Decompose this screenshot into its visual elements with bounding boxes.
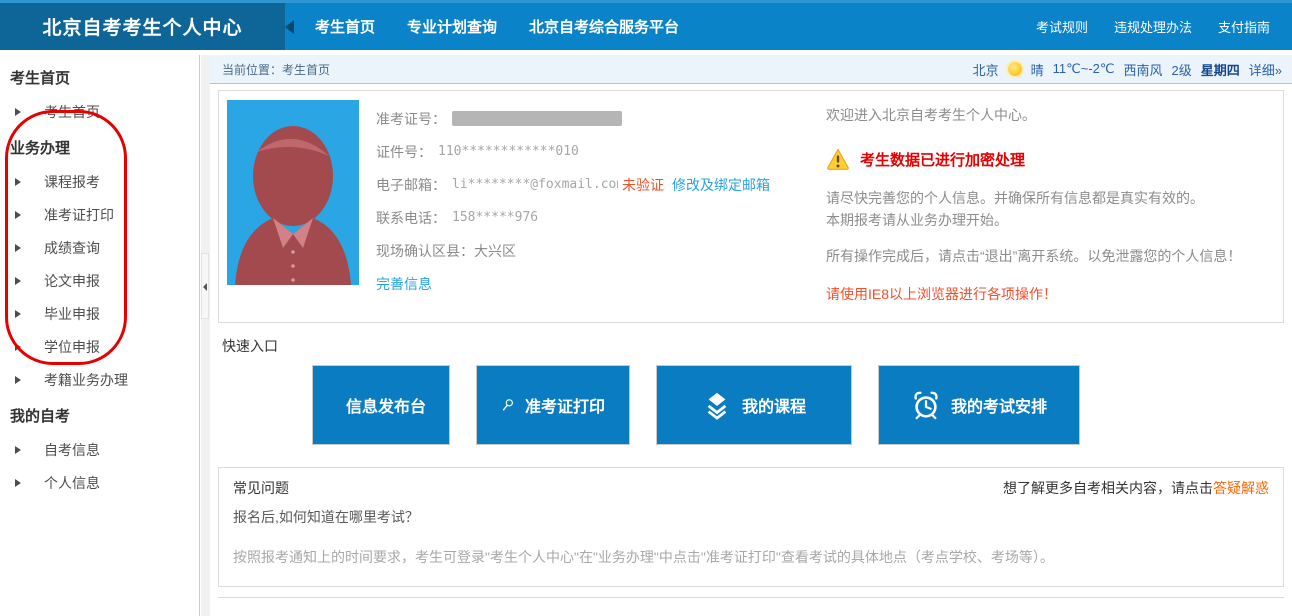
browser-note: 请使用IE8以上浏览器进行各项操作！ — [826, 284, 1292, 304]
link-exam-rules[interactable]: 考试规则 — [1036, 17, 1088, 36]
weather-day: 星期四 — [1201, 60, 1240, 79]
magnifier-icon — [501, 390, 515, 420]
faq-more: 想了解更多自考相关内容，请点击答疑解惑 — [1003, 478, 1269, 498]
triangle-bullet-icon — [15, 108, 21, 116]
triangle-bullet-icon — [15, 244, 21, 252]
sidebar-section-candidate-home: 考生首页 — [0, 59, 199, 96]
sidebar-section-business: 业务办理 — [0, 129, 199, 166]
email-modify-bind-link[interactable]: 修改及绑定邮箱 — [672, 175, 770, 195]
sidebar-item-admission-ticket-print[interactable]: 准考证打印 — [0, 199, 199, 232]
field-email: 电子邮箱： li********@foxmail.com 未验证 修改及绑定邮箱 — [376, 168, 770, 201]
weather-city[interactable]: 北京 — [973, 60, 999, 79]
field-id-number: 证件号： 110************010 — [376, 135, 770, 168]
weather-widget: 北京 晴 11℃~-2℃ 西南风 2级 星期四 详细» — [973, 60, 1282, 79]
quick-button-my-courses[interactable]: 我的课程 — [656, 365, 852, 445]
triangle-bullet-icon — [15, 277, 21, 285]
header-bar: 北京自考考生个人中心 考生首页 专业计划查询 北京自考综合服务平台 考试规则 违… — [0, 0, 1292, 50]
weather-wind: 西南风 — [1124, 60, 1163, 79]
field-district: 现场确认区县： 大兴区 — [376, 234, 770, 267]
alert-text: 考生数据已进行加密处理 — [860, 149, 1025, 170]
breadcrumb-bar: 当前位置：考生首页 北京 晴 11℃~-2℃ 西南风 2级 星期四 详细» — [210, 55, 1292, 84]
triangle-bullet-icon — [15, 376, 21, 384]
link-payment-guide[interactable]: 支付指南 — [1218, 17, 1270, 36]
sidebar-item-candidate-home[interactable]: 考生首页 — [0, 96, 199, 129]
welcome-line2: 本期报考请从业务办理开始。 — [826, 209, 1292, 231]
field-exam-no: 准考证号： — [376, 102, 770, 135]
quick-access-row: 信息发布台 准考证打印 我的课程 — [312, 365, 1292, 445]
sidebar-collapse-handle[interactable] — [201, 253, 209, 319]
welcome-line3: 所有操作完成后，请点击“退出”离开系统。以免泄露您的个人信息！ — [826, 245, 1292, 267]
faq-answer: 按照报考通知上的时间要求，考生可登录"考生个人中心"在"业务办理"中点击"准考证… — [233, 547, 1269, 567]
weather-temperature: 11℃~-2℃ — [1053, 61, 1115, 77]
sidebar-item-degree-application[interactable]: 学位申报 — [0, 331, 199, 364]
field-phone: 联系电话： 158*****976 — [376, 201, 770, 234]
sidebar-item-thesis-application[interactable]: 论文申报 — [0, 265, 199, 298]
weather-wind-level: 2级 — [1172, 60, 1192, 79]
quick-access-title: 快速入口 — [222, 336, 1292, 356]
triangle-bullet-icon — [15, 343, 21, 351]
sidebar-item-course-registration[interactable]: 课程报考 — [0, 166, 199, 199]
faq-title: 常见问题 — [233, 478, 289, 498]
nav-candidate-home[interactable]: 考生首页 — [315, 16, 375, 37]
main-nav: 考生首页 专业计划查询 北京自考综合服务平台 — [315, 16, 679, 37]
footer-divider — [218, 597, 1284, 611]
welcome-line1: 请尽快完善您的个人信息。并确保所有信息都是真实有效的。 — [826, 187, 1292, 209]
layers-icon — [702, 390, 732, 420]
welcome-block: 欢迎进入北京自考考生个人中心。 考生数据已进行加密处理 请尽快完善您的个人信息。… — [826, 105, 1292, 304]
title-arrow-icon — [285, 20, 294, 34]
triangle-bullet-icon — [15, 446, 21, 454]
nav-service-platform[interactable]: 北京自考综合服务平台 — [529, 16, 679, 37]
header-links: 考试规则 违规处理办法 支付指南 — [1036, 17, 1292, 36]
sidebar-item-selfexam-info[interactable]: 自考信息 — [0, 434, 199, 467]
sidebar-item-graduation-application[interactable]: 毕业申报 — [0, 298, 199, 331]
quick-button-info-board[interactable]: 信息发布台 — [312, 365, 450, 445]
faq-qa-link[interactable]: 答疑解惑 — [1213, 480, 1269, 496]
sun-icon — [1008, 62, 1022, 76]
welcome-greeting: 欢迎进入北京自考考生个人中心。 — [826, 105, 1292, 125]
quick-button-ticket-print[interactable]: 准考证打印 — [476, 365, 630, 445]
email-unverified-badge[interactable]: 未验证 — [622, 175, 664, 195]
app-title-box: 北京自考考生个人中心 — [0, 3, 285, 50]
triangle-bullet-icon — [15, 310, 21, 318]
faq-head: 常见问题 想了解更多自考相关内容，请点击答疑解惑 — [233, 478, 1269, 498]
complete-info-link[interactable]: 完善信息 — [376, 274, 432, 294]
faq-question: 报名后,如何知道在哪里考试？ — [233, 507, 1269, 527]
main-content: 当前位置：考生首页 北京 晴 11℃~-2℃ 西南风 2级 星期四 详细» — [210, 55, 1292, 616]
avatar — [227, 100, 359, 285]
email-value: li********@foxmail.com — [452, 177, 618, 192]
faq-panel: 常见问题 想了解更多自考相关内容，请点击答疑解惑 报名后,如何知道在哪里考试？ … — [218, 467, 1284, 587]
triangle-bullet-icon — [15, 211, 21, 219]
weather-condition: 晴 — [1031, 60, 1044, 79]
sidebar-section-my-selfexam: 我的自考 — [0, 397, 199, 434]
breadcrumb: 当前位置：考生首页 — [222, 61, 330, 78]
alarm-clock-icon — [911, 390, 941, 420]
masked-exam-no — [452, 111, 622, 126]
triangle-bullet-icon — [15, 178, 21, 186]
sidebar-item-score-query[interactable]: 成绩查询 — [0, 232, 199, 265]
encryption-alert: 考生数据已进行加密处理 — [826, 148, 1292, 170]
sidebar-gap — [201, 55, 210, 616]
sidebar: 考生首页 考生首页 业务办理 课程报考 准考证打印 成绩查询 论文申报 毕业申报… — [0, 55, 200, 616]
sidebar-item-personal-info[interactable]: 个人信息 — [0, 467, 199, 500]
link-violation-handling[interactable]: 违规处理办法 — [1114, 17, 1192, 36]
quick-button-my-exam-schedule[interactable]: 我的考试安排 — [878, 365, 1080, 445]
profile-panel: 准考证号： 证件号： 110************010 电子邮箱： li**… — [218, 90, 1284, 323]
sidebar-item-exam-record-services[interactable]: 考籍业务办理 — [0, 364, 199, 397]
warning-icon — [826, 148, 850, 170]
weather-detail-link[interactable]: 详细» — [1249, 60, 1282, 79]
page-title: 北京自考考生个人中心 — [42, 13, 242, 40]
profile-fields: 准考证号： 证件号： 110************010 电子邮箱： li**… — [376, 102, 770, 294]
triangle-bullet-icon — [15, 479, 21, 487]
nav-major-plan-query[interactable]: 专业计划查询 — [407, 16, 497, 37]
